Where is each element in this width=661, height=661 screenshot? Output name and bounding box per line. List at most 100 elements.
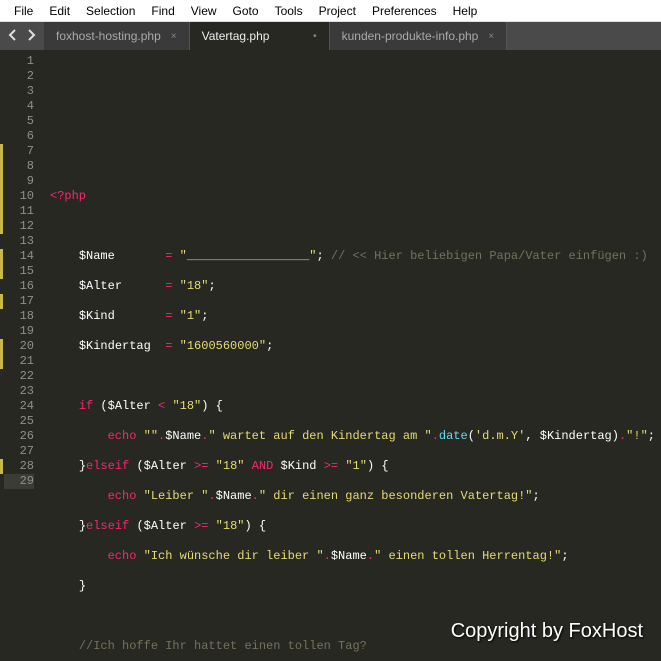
line-number[interactable]: 4 bbox=[4, 99, 34, 114]
line-number[interactable]: 12 bbox=[4, 219, 34, 234]
kw-and: AND bbox=[252, 459, 274, 473]
line-number[interactable]: 13 bbox=[4, 234, 34, 249]
op-gte: >= bbox=[324, 459, 338, 473]
menu-find[interactable]: Find bbox=[143, 4, 182, 18]
line-number[interactable]: 20 bbox=[4, 339, 34, 354]
str-18: "18" bbox=[216, 459, 245, 473]
semicolon: ; bbox=[316, 249, 323, 263]
kw-if: if bbox=[79, 399, 93, 413]
var-kindertag: $Kindertag bbox=[540, 429, 612, 443]
menu-edit[interactable]: Edit bbox=[41, 4, 78, 18]
paren: ( bbox=[100, 399, 107, 413]
nav-forward-icon[interactable] bbox=[26, 29, 36, 44]
line-number[interactable]: 24 bbox=[4, 399, 34, 414]
line-number[interactable]: 10 bbox=[4, 189, 34, 204]
line-number[interactable]: 18 bbox=[4, 309, 34, 324]
line-number[interactable]: 16 bbox=[4, 279, 34, 294]
var-kind: $Kind bbox=[79, 309, 115, 323]
str-vatertag: " dir einen ganz besonderen Vatertag!" bbox=[259, 489, 533, 503]
line-number[interactable]: 17 bbox=[4, 294, 34, 309]
line-number[interactable]: 26 bbox=[4, 429, 34, 444]
line-number[interactable]: 2 bbox=[4, 69, 34, 84]
line-number[interactable]: 25 bbox=[4, 414, 34, 429]
str-name: "_________________" bbox=[180, 249, 317, 263]
line-number[interactable]: 29 bbox=[4, 474, 34, 489]
gutter: 1234567891011121314151617181920212223242… bbox=[0, 50, 42, 661]
close-icon[interactable]: × bbox=[171, 31, 177, 42]
assign-op: = bbox=[165, 309, 179, 323]
tab-foxhost-hosting-php[interactable]: foxhost-hosting.php × bbox=[44, 22, 190, 50]
line-number[interactable]: 3 bbox=[4, 84, 34, 99]
brace: } bbox=[79, 459, 86, 473]
str-wunsch: "Ich wünsche dir leiber " bbox=[144, 549, 324, 563]
str-kindertag: "1600560000" bbox=[180, 339, 266, 353]
menu-file[interactable]: File bbox=[6, 4, 41, 18]
op-lt: < bbox=[158, 399, 165, 413]
line-number[interactable]: 8 bbox=[4, 159, 34, 174]
tab-bar: foxhost-hosting.php×Vatertag.php•kunden-… bbox=[44, 22, 507, 50]
semicolon: ; bbox=[201, 309, 208, 323]
code-area[interactable]: <?php $Name = "_________________"; // <<… bbox=[42, 50, 661, 661]
nav-arrows bbox=[0, 29, 44, 44]
str-herrentag: " einen tollen Herrentag!" bbox=[374, 549, 561, 563]
comma: , bbox=[525, 429, 539, 443]
var-name: $Name bbox=[331, 549, 367, 563]
line-number[interactable]: 28 bbox=[4, 459, 34, 474]
semicolon: ; bbox=[561, 549, 568, 563]
menu-project[interactable]: Project bbox=[311, 4, 364, 18]
str-kind: "1" bbox=[180, 309, 202, 323]
menu-help[interactable]: Help bbox=[445, 4, 486, 18]
paren: ) bbox=[612, 429, 619, 443]
kw-elseif: elseif bbox=[86, 519, 129, 533]
line-number[interactable]: 27 bbox=[4, 444, 34, 459]
line-number[interactable]: 5 bbox=[4, 114, 34, 129]
menu-selection[interactable]: Selection bbox=[78, 4, 143, 18]
line-number[interactable]: 6 bbox=[4, 129, 34, 144]
line-number[interactable]: 22 bbox=[4, 369, 34, 384]
kw-echo: echo bbox=[108, 549, 137, 563]
line-number[interactable]: 23 bbox=[4, 384, 34, 399]
line-number[interactable]: 9 bbox=[4, 174, 34, 189]
semicolon: ; bbox=[533, 489, 540, 503]
line-number[interactable]: 15 bbox=[4, 264, 34, 279]
str-excl: "!" bbox=[626, 429, 648, 443]
kw-echo: echo bbox=[108, 429, 137, 443]
var-alter: $Alter bbox=[108, 399, 151, 413]
brace: } bbox=[79, 519, 86, 533]
nav-back-icon[interactable] bbox=[8, 29, 18, 44]
str-leiber: "Leiber " bbox=[144, 489, 209, 503]
semicolon: ; bbox=[266, 339, 273, 353]
str-empty: "" bbox=[144, 429, 158, 443]
var-kindertag: $Kindertag bbox=[79, 339, 151, 353]
line-number[interactable]: 7 bbox=[4, 144, 34, 159]
str-alter: "18" bbox=[180, 279, 209, 293]
menu-view[interactable]: View bbox=[183, 4, 225, 18]
comment-name: // << Hier beliebigen Papa/Vater einfüge… bbox=[324, 249, 648, 263]
op-concat: . bbox=[432, 429, 439, 443]
line-number[interactable]: 14 bbox=[4, 249, 34, 264]
fn-date: date bbox=[439, 429, 468, 443]
line-number[interactable]: 11 bbox=[4, 204, 34, 219]
tab-kunden-produkte-info-php[interactable]: kunden-produkte-info.php × bbox=[330, 22, 508, 50]
line-number[interactable]: 21 bbox=[4, 354, 34, 369]
close-icon[interactable]: × bbox=[488, 31, 494, 42]
op-concat: . bbox=[367, 549, 374, 563]
brace: ) { bbox=[201, 399, 223, 413]
assign-op: = bbox=[165, 249, 179, 263]
assign-op: = bbox=[165, 279, 179, 293]
op-concat: . bbox=[252, 489, 259, 503]
tab-label: foxhost-hosting.php bbox=[56, 29, 161, 43]
tab-label: kunden-produkte-info.php bbox=[342, 29, 479, 43]
op-concat: . bbox=[324, 549, 331, 563]
tab-modified-icon[interactable]: • bbox=[313, 31, 317, 42]
str-18: "18" bbox=[216, 519, 245, 533]
brace: ) { bbox=[367, 459, 389, 473]
line-number[interactable]: 1 bbox=[4, 54, 34, 69]
menu-preferences[interactable]: Preferences bbox=[364, 4, 445, 18]
kw-elseif: elseif bbox=[86, 459, 129, 473]
var-alter: $Alter bbox=[144, 459, 187, 473]
menu-goto[interactable]: Goto bbox=[225, 4, 267, 18]
tab-vatertag-php[interactable]: Vatertag.php• bbox=[190, 22, 330, 50]
line-number[interactable]: 19 bbox=[4, 324, 34, 339]
menu-tools[interactable]: Tools bbox=[267, 4, 311, 18]
